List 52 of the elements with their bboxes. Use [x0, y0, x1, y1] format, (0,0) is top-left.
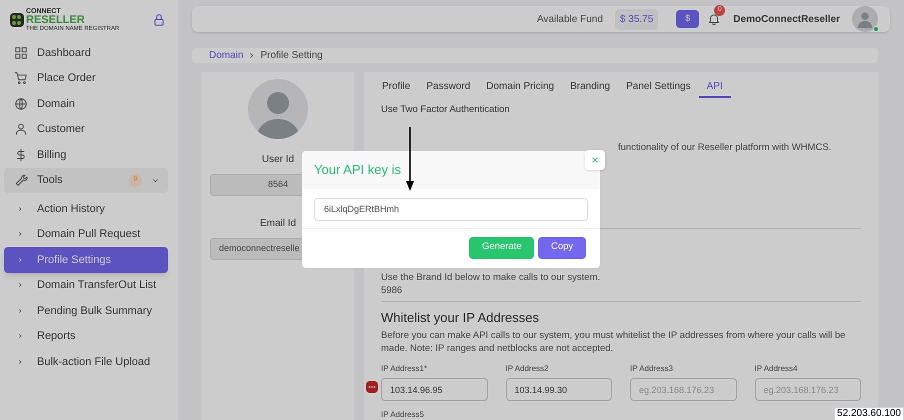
breadcrumb-current: Profile Setting [260, 49, 323, 63]
sidebar-item[interactable]: Customer [4, 116, 168, 142]
fund-label: Available Fund [536, 12, 603, 26]
cart-icon [14, 71, 28, 86]
two-factor-link[interactable]: Use Two Factor Authentication [381, 103, 861, 118]
password-manager-icon[interactable] [366, 381, 378, 393]
sidebar-item[interactable]: Billing [4, 142, 168, 168]
lock-icon [152, 13, 166, 27]
tab[interactable]: Password [418, 76, 478, 98]
sidebar-item[interactable]: Place Order [4, 66, 168, 91]
sidebar-subitem[interactable]: Bulk-action File Upload [4, 349, 168, 374]
field-label: IP Address3 [630, 363, 674, 375]
username: DemoConnectReseller [733, 12, 840, 26]
ip-address-field[interactable]: 103.14.96.95 [381, 378, 488, 401]
tab[interactable]: Domain Pricing [478, 76, 562, 98]
sidebar-subitem[interactable]: Reports [4, 324, 168, 349]
ip-address-field[interactable]: eg.203.168.176.23 [630, 378, 736, 401]
grid-icon [14, 46, 28, 60]
globe-icon [14, 96, 28, 111]
field-label: IP Address4 [754, 363, 798, 375]
tab[interactable]: API [698, 76, 731, 98]
sidebar-subitem[interactable]: Profile Settings [4, 247, 168, 272]
field-label: Email Id [260, 217, 296, 231]
fund-amount: $ 35.75 [614, 8, 658, 30]
tab[interactable]: Branding [562, 76, 618, 98]
tab[interactable]: Profile [381, 76, 418, 98]
dialog-button[interactable]: Copy [538, 236, 586, 258]
tab[interactable]: Panel Settings [618, 76, 699, 98]
brand-id-text: Use the Brand Id below to make calls to our system. [381, 272, 602, 282]
field-label: IP Address2 [506, 363, 550, 375]
sidebar-subitem[interactable]: Domain TransferOut List [4, 272, 168, 298]
wrench-icon [14, 173, 28, 188]
bell-icon [707, 12, 722, 26]
sidebar-item[interactable]: Dashboard [4, 40, 168, 66]
sidebar-subitem[interactable]: Action History [4, 196, 168, 222]
api-key-field[interactable]: 6iLxlqDgERtBHmh [314, 198, 588, 220]
field-label: IP Address1* [381, 363, 428, 375]
sidebar-subitem[interactable]: Domain Pull Request [4, 222, 168, 247]
sidebar-item[interactable]: Domain [4, 91, 168, 116]
ip-address-field[interactable]: eg.203.168.176.23 [754, 378, 861, 401]
field-label: User Id [262, 153, 294, 167]
ip-address-field[interactable]: 103.14.99.30 [506, 378, 612, 401]
brand-id: 5986 [381, 284, 404, 296]
currency-button[interactable]: $ [676, 10, 700, 28]
breadcrumb-link[interactable]: Domain [209, 48, 244, 63]
section-heading: Whitelist your IP Addresses [381, 308, 540, 327]
ip-tooltip: 52.203.60.100 [834, 407, 904, 420]
sidebar-subitem[interactable]: Pending Bulk Summary [4, 298, 168, 324]
whitelist-text: Before you can make API calls to our system, you must whitelist the IP addresses from where your calls will be made. Note: IP ranges and netblocks are not accepted. [381, 329, 846, 355]
intro-text: functionality of our Reseller platform with WHMCS. [618, 141, 832, 156]
arrow-annotation [406, 127, 414, 191]
user-icon [14, 122, 28, 136]
